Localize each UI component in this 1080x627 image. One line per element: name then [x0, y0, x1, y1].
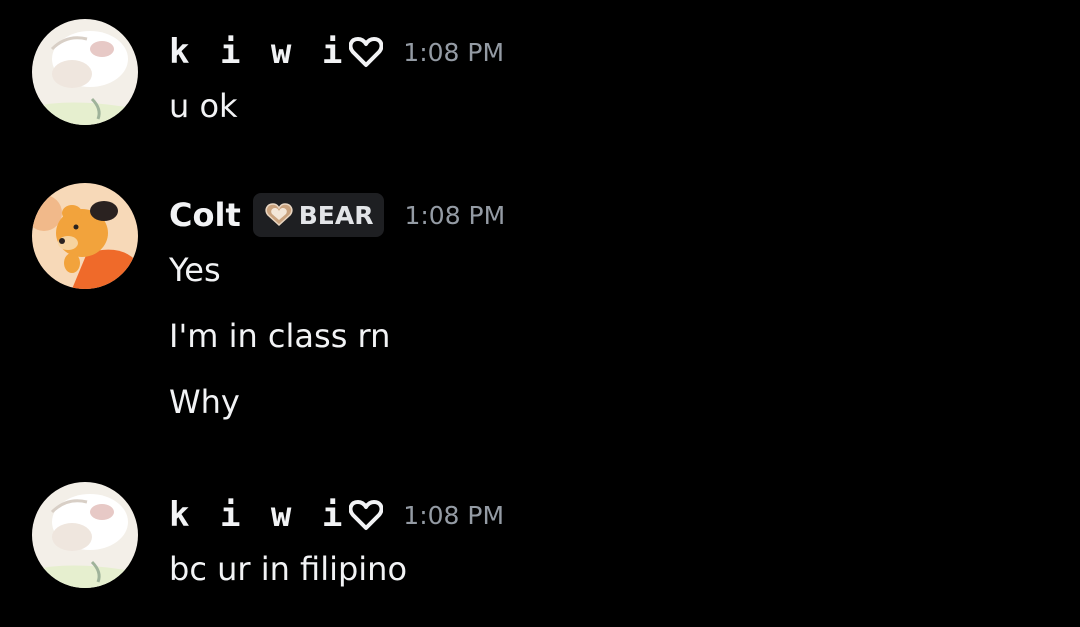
message-text: Yes [169, 251, 221, 289]
heart-badge-icon [265, 203, 293, 227]
timestamp: 1:08 PM [403, 500, 505, 530]
role-label: BEAR [298, 200, 374, 230]
message-header: Colt BEAR 1:08 PM [169, 192, 505, 238]
avatar-kiwi[interactable] [32, 482, 138, 588]
heart-outline-icon [349, 37, 384, 67]
message-text: I'm in class rn [169, 317, 391, 355]
username[interactable]: k i w i [169, 495, 347, 535]
avatar-kiwi[interactable] [32, 19, 138, 125]
chat-message-list: k i w i 1:08 PM u ok Colt BEAR 1:08 PM Y… [0, 0, 1080, 627]
message-text: u ok [169, 87, 238, 125]
username[interactable]: Colt [169, 196, 241, 234]
timestamp: 1:08 PM [404, 200, 506, 230]
message-header: k i w i 1:08 PM [169, 492, 504, 538]
heart-outline-icon [349, 500, 384, 530]
message-text: bc ur in filipino [169, 550, 408, 588]
timestamp: 1:08 PM [403, 37, 505, 67]
message-text: Why [169, 383, 240, 421]
avatar-colt[interactable] [32, 183, 138, 289]
message-header: k i w i 1:08 PM [169, 29, 504, 75]
username[interactable]: k i w i [169, 32, 347, 72]
role-tag[interactable]: BEAR [252, 193, 385, 237]
